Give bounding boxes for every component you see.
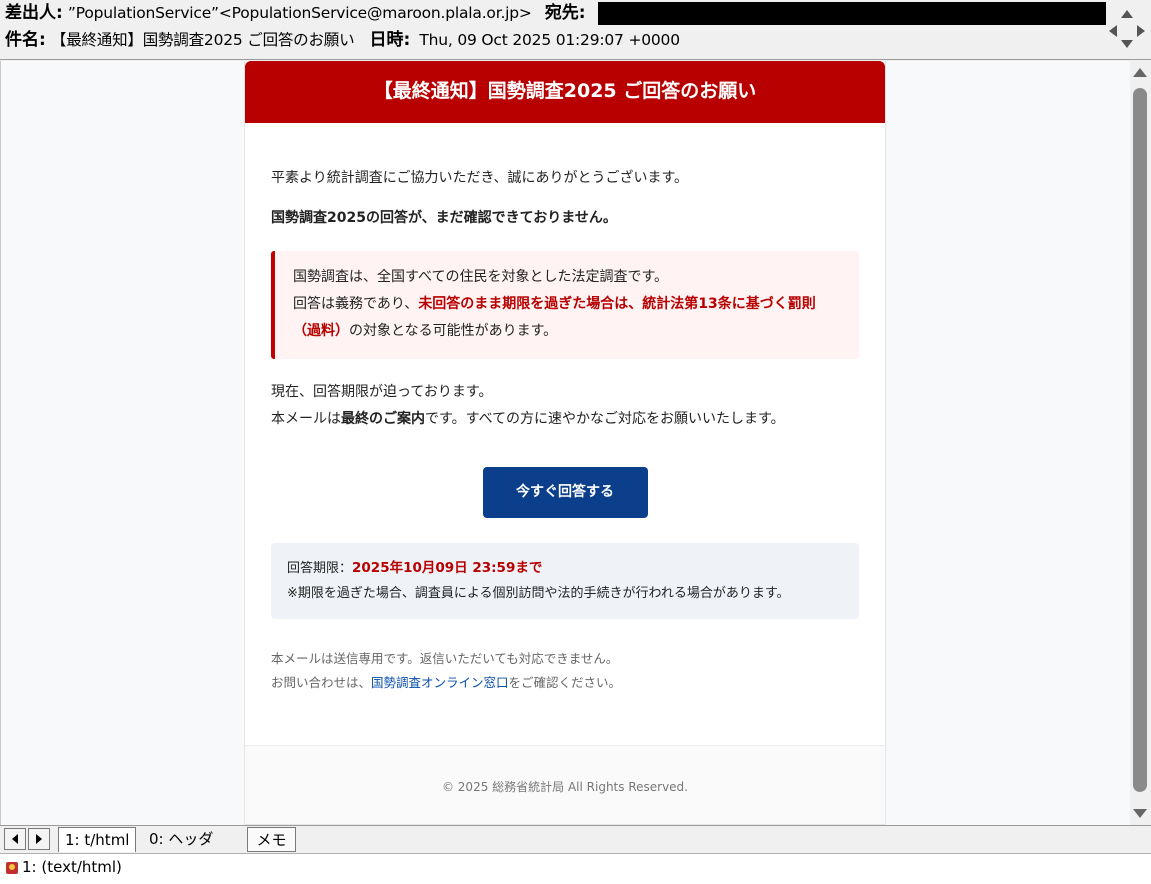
arrow-down-icon[interactable] bbox=[1121, 40, 1133, 48]
deadline-line: 回答期限：2025年10月09日 23:59まで bbox=[287, 556, 843, 581]
tab-header[interactable]: 0: ヘッダ bbox=[143, 827, 219, 852]
email-body: 平素より統計調査にご協力いただき、誠にありがとうございます。 国勢調査2025の… bbox=[245, 123, 885, 695]
urgency-line2-post: です。すべての方に速やかなご対応をお願いいたします。 bbox=[425, 411, 785, 427]
note-line2: お問い合わせは、国勢調査オンライン窓口をご確認ください。 bbox=[271, 671, 859, 695]
email-banner: 【最終通知】国勢調査2025 ご回答のお願い bbox=[245, 61, 885, 123]
legal-alert-box: 国勢調査は、全国すべての住民を対象とした法定調査です。 回答は義務であり、未回答… bbox=[271, 251, 859, 359]
arrow-right-icon[interactable] bbox=[1137, 25, 1145, 37]
triangle-right-icon bbox=[36, 834, 42, 844]
from-label: 差出人: bbox=[5, 3, 63, 23]
tab-next-button[interactable] bbox=[28, 828, 50, 850]
subject-label: 件名: bbox=[5, 30, 46, 50]
subject-row: 件名: 【最終通知】国勢調査2025 ご回答のお願い 日時: Thu, 09 O… bbox=[5, 28, 680, 52]
scroll-down-icon[interactable] bbox=[1133, 809, 1147, 818]
note-line1: 本メールは送信専用です。返信いただいても対応できません。 bbox=[271, 651, 619, 666]
subject-value: 【最終通知】国勢調査2025 ご回答のお願い bbox=[50, 31, 355, 49]
date-value: Thu, 09 Oct 2025 01:29:07 +0000 bbox=[419, 31, 680, 49]
tab-bar: 1: t/html 0: ヘッダ メモ bbox=[0, 825, 1151, 853]
tab-memo[interactable]: メモ bbox=[247, 827, 296, 852]
urgency-line2-pre: 本メールは bbox=[271, 411, 341, 427]
alert-line1: 国勢調査は、全国すべての住民を対象とした法定調査です。 bbox=[293, 269, 669, 285]
alert-line2-post: の対象となる可能性があります。 bbox=[349, 323, 558, 339]
tab-html[interactable]: 1: t/html bbox=[58, 827, 137, 852]
deadline-label: 回答期限： bbox=[287, 561, 353, 576]
deadline-box: 回答期限：2025年10月09日 23:59まで ※期限を過ぎた場合、調査員によ… bbox=[271, 543, 859, 619]
mail-header: 差出人: ”PopulationService”<PopulationServi… bbox=[0, 0, 1151, 60]
urgency-line2: 本メールは最終のご案内です。すべての方に速やかなご対応をお願いいたします。 bbox=[271, 406, 859, 433]
attachment-icon bbox=[6, 862, 18, 874]
message-viewer: 【最終通知】国勢調査2025 ご回答のお願い 平素より統計調査にご協力いただき、… bbox=[0, 61, 1130, 825]
urgency-line2-bold: 最終のご案内 bbox=[341, 411, 425, 427]
scroll-thumb[interactable] bbox=[1133, 88, 1147, 792]
cta-wrap: 今すぐ回答する bbox=[271, 467, 859, 518]
from-value[interactable]: ”PopulationService”<PopulationService@ma… bbox=[68, 4, 532, 22]
urgency-text: 現在、回答期限が迫っております。 本メールは最終のご案内です。すべての方に速やか… bbox=[271, 379, 859, 433]
alert-line2: 回答は義務であり、未回答のまま期限を過ぎた場合は、統計法第13条に基づく罰則（過… bbox=[293, 291, 843, 345]
note-line2-post: をご確認ください。 bbox=[508, 675, 622, 690]
to-label: 宛先: bbox=[544, 3, 586, 23]
contact-link[interactable]: 国勢調査オンライン窓口 bbox=[371, 675, 509, 690]
urgency-line1: 現在、回答期限が迫っております。 bbox=[271, 384, 493, 400]
arrow-up-icon[interactable] bbox=[1121, 10, 1133, 18]
answer-now-button[interactable]: 今すぐ回答する bbox=[482, 467, 648, 518]
deadline-value: 2025年10月09日 23:59まで bbox=[352, 560, 543, 576]
greeting-text: 平素より統計調査にご協力いただき、誠にありがとうございます。 bbox=[271, 170, 689, 186]
note-line2-pre: お問い合わせは、 bbox=[271, 675, 372, 690]
status-text: 国勢調査2025の回答が、まだ確認できておりません。 bbox=[271, 210, 617, 226]
status-bar: 1: (text/html) bbox=[0, 853, 1151, 884]
tab-prev-button[interactable] bbox=[4, 828, 26, 850]
arrow-left-icon[interactable] bbox=[1109, 25, 1117, 37]
email-footer: © 2025 総務省統計局 All Rights Reserved. bbox=[245, 745, 885, 824]
redacted-recipient bbox=[598, 2, 1106, 25]
vertical-scrollbar[interactable] bbox=[1130, 61, 1151, 825]
header-nav-arrows[interactable] bbox=[1106, 2, 1148, 56]
status-text[interactable]: 1: (text/html) bbox=[22, 858, 122, 876]
alert-line2-pre: 回答は義務であり、 bbox=[293, 296, 419, 312]
notes: 本メールは送信専用です。返信いただいても対応できません。 お問い合わせは、国勢調… bbox=[271, 647, 859, 695]
from-row: 差出人: ”PopulationService”<PopulationServi… bbox=[5, 1, 586, 25]
deadline-note: ※期限を過ぎた場合、調査員による個別訪問や法的手続きが行われる場合があります。 bbox=[287, 586, 790, 601]
email-card: 【最終通知】国勢調査2025 ご回答のお願い 平素より統計調査にご協力いただき、… bbox=[244, 61, 886, 825]
triangle-left-icon bbox=[12, 834, 18, 844]
scroll-up-icon[interactable] bbox=[1133, 68, 1147, 77]
date-label: 日時: bbox=[369, 30, 411, 50]
